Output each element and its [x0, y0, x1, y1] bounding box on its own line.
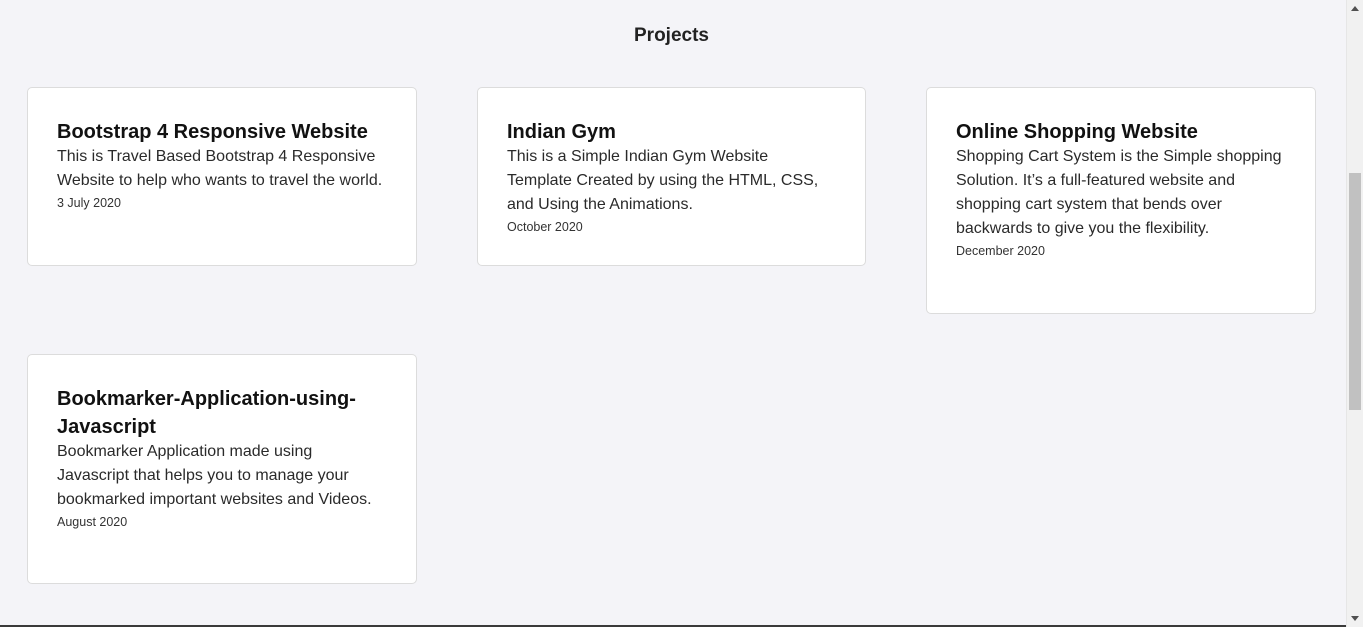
project-date: December 2020	[956, 244, 1045, 258]
project-date: August 2020	[57, 515, 128, 529]
section-title: Projects	[634, 25, 709, 46]
project-card-bookmarker[interactable]: Bookmarker-Application-using-Javascript …	[27, 354, 417, 584]
project-title[interactable]: Bootstrap 4 Responsive Website	[57, 118, 387, 146]
project-card-online-shopping[interactable]: Online Shopping Website Shopping Cart Sy…	[926, 87, 1316, 314]
triangle-up-icon	[1351, 6, 1359, 11]
triangle-down-icon	[1351, 616, 1359, 621]
scroll-up-button[interactable]	[1347, 0, 1363, 17]
project-title[interactable]: Bookmarker-Application-using-Javascript	[57, 385, 387, 441]
project-description: This is Travel Based Bootstrap 4 Respons…	[57, 148, 383, 189]
project-description: This is a Simple Indian Gym Website Temp…	[507, 148, 819, 213]
project-card-bootstrap[interactable]: Bootstrap 4 Responsive Website This is T…	[27, 87, 417, 266]
scroll-down-button[interactable]	[1347, 610, 1363, 627]
project-title[interactable]: Indian Gym	[507, 118, 836, 146]
page-viewport: Projects Bootstrap 4 Responsive Website …	[0, 0, 1346, 627]
project-title[interactable]: Online Shopping Website	[956, 118, 1286, 146]
vertical-scrollbar[interactable]	[1346, 0, 1363, 627]
project-card-indian-gym[interactable]: Indian Gym This is a Simple Indian Gym W…	[477, 87, 866, 266]
project-description: Bookmarker Application made using Javasc…	[57, 443, 372, 508]
scrollbar-thumb[interactable]	[1349, 173, 1361, 410]
project-description: Shopping Cart System is the Simple shopp…	[956, 148, 1282, 237]
project-date: October 2020	[507, 220, 583, 234]
project-date: 3 July 2020	[57, 196, 121, 210]
